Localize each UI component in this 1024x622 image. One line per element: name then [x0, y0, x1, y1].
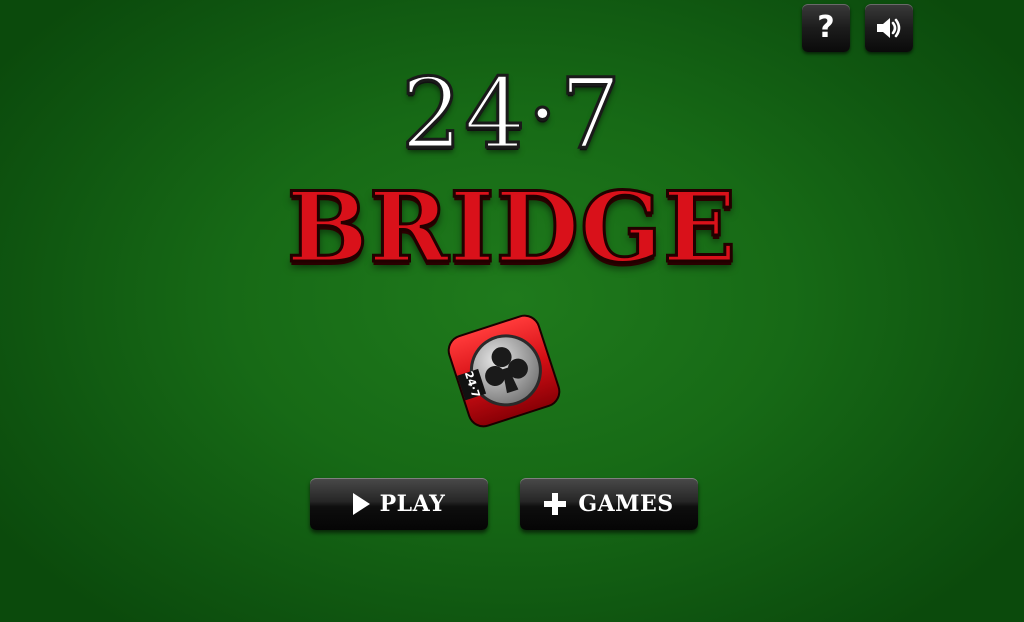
- play-icon: [352, 493, 370, 515]
- games-button-label: GAMES: [578, 491, 674, 517]
- speaker-icon: [877, 18, 901, 38]
- help-button[interactable]: ?: [802, 4, 850, 52]
- play-button-label: PLAY: [379, 491, 446, 517]
- plus-icon: [544, 493, 567, 515]
- logo-graphic: 24·7: [447, 314, 561, 428]
- games-button[interactable]: GAMES: [520, 478, 698, 530]
- play-button[interactable]: PLAY: [310, 478, 488, 530]
- question-icon: ?: [817, 10, 835, 45]
- title-number: 24·7: [400, 58, 623, 170]
- sound-toggle-button[interactable]: [865, 4, 913, 52]
- app-logo: 24·7: [442, 309, 566, 433]
- title-word: BRIDGE: [285, 171, 738, 284]
